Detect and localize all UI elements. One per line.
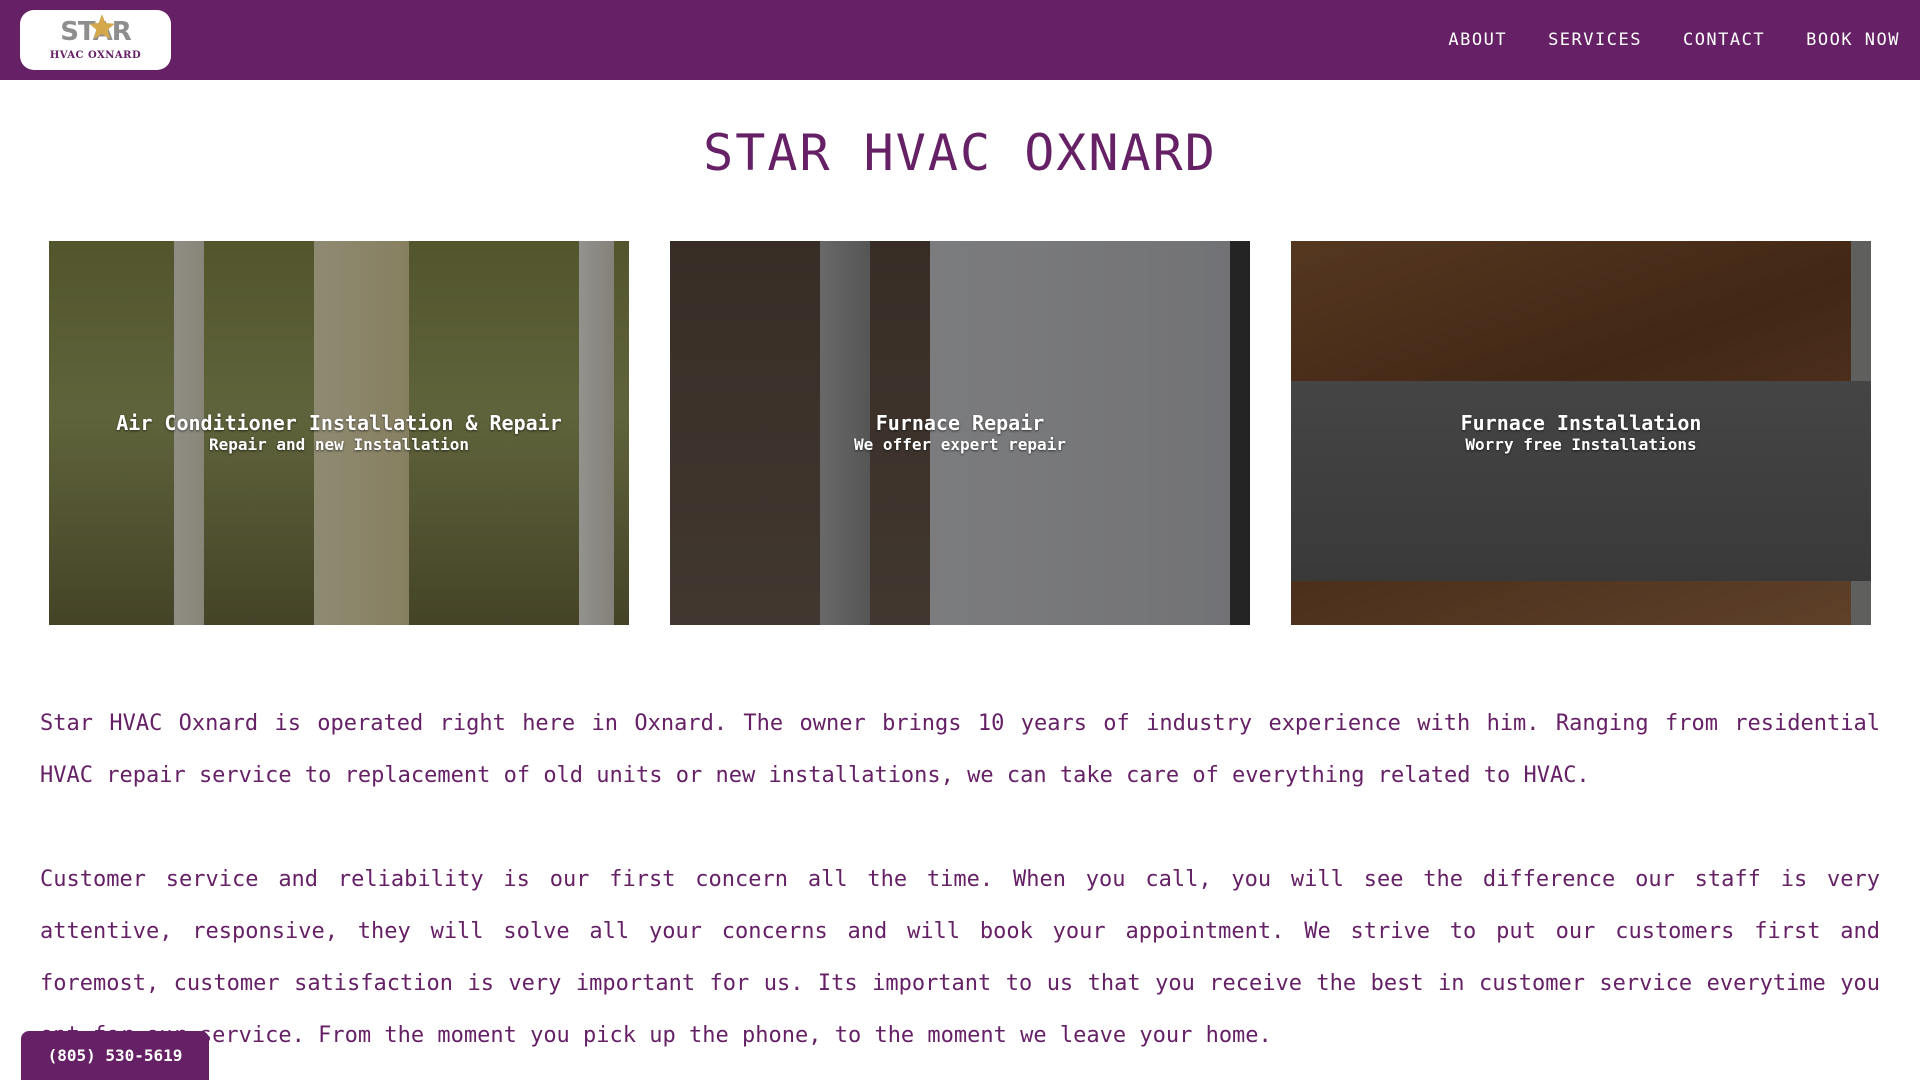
service-card-subtitle: We offer expert repair [854, 435, 1066, 454]
nav-link-contact[interactable]: CONTACT [1683, 30, 1765, 50]
nav-link-services[interactable]: SERVICES [1548, 30, 1642, 50]
nav-link-about[interactable]: ABOUT [1448, 30, 1507, 50]
logo[interactable]: STAR HVAC OXNARD [20, 10, 171, 70]
service-card-subtitle: Worry free Installations [1465, 435, 1697, 454]
call-phone-button[interactable]: (805) 530-5619 [21, 1031, 209, 1080]
page-title: STAR HVAC OXNARD [703, 124, 1217, 182]
navbar: STAR HVAC OXNARD ABOUT SERVICES CONTACT … [0, 0, 1920, 80]
service-card-title: Air Conditioner Installation & Repair [116, 411, 562, 435]
service-card-furnace-installation[interactable]: Furnace Installation Worry free Installa… [1291, 241, 1871, 625]
service-card-ac[interactable]: Air Conditioner Installation & Repair Re… [49, 241, 629, 625]
service-card-subtitle: Repair and new Installation [208, 435, 470, 454]
about-paragraph: Star HVAC Oxnard is operated right here … [40, 711, 1880, 788]
service-card-title: Furnace Installation [1460, 411, 1702, 435]
nav-link-book-now[interactable]: BOOK NOW [1806, 30, 1900, 50]
customer-service-paragraph: Customer service and reliability is our … [40, 867, 1880, 1048]
service-card-furnace-repair[interactable]: Furnace Repair We offer expert repair [670, 241, 1250, 625]
star-icon [89, 14, 116, 40]
logo-subtitle: HVAC OXNARD [49, 50, 142, 61]
main-navigation: ABOUT SERVICES CONTACT BOOK NOW [1448, 0, 1900, 80]
service-card-title: Furnace Repair [875, 411, 1045, 435]
logo-wordmark: STAR [60, 14, 132, 47]
